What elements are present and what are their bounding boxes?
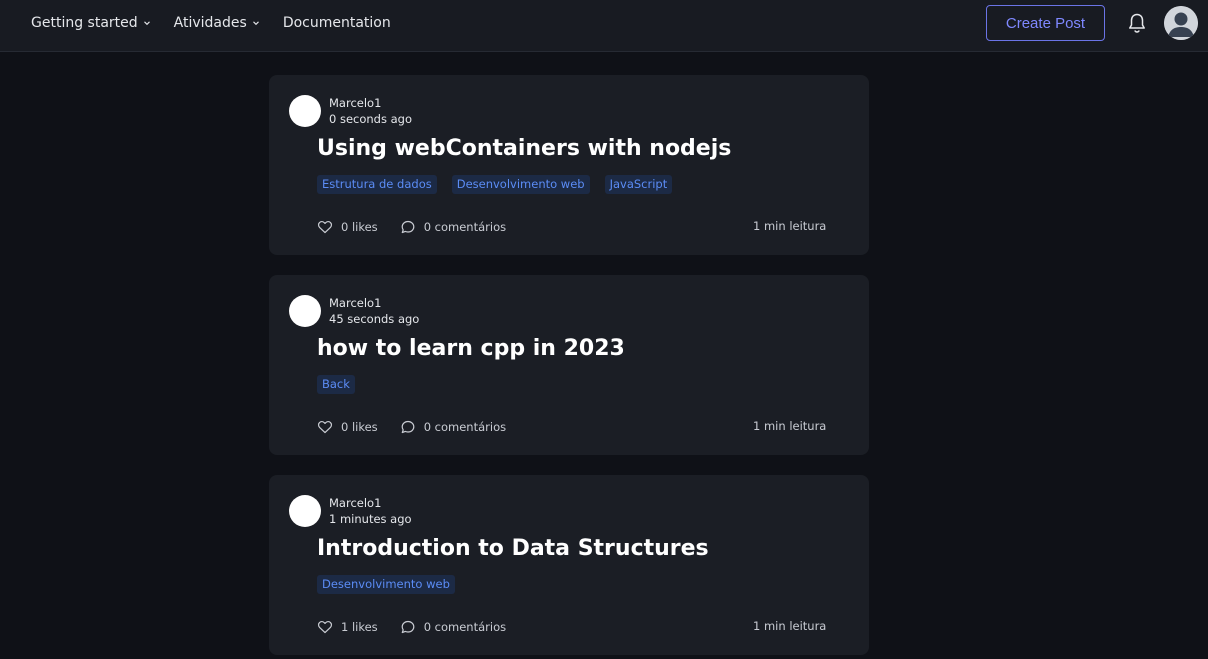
author-avatar[interactable] (289, 95, 321, 127)
heart-icon (317, 619, 333, 635)
tag[interactable]: Desenvolvimento web (317, 575, 455, 594)
post-time: 45 seconds ago (329, 312, 420, 326)
chevron-down-icon (142, 18, 152, 28)
tag[interactable]: Estrutura de dados (317, 175, 437, 194)
post-stats: 0 likes 0 comentários (317, 219, 528, 235)
nav-item-getting-started[interactable]: Getting started (31, 15, 152, 31)
nav-item-label: Getting started (31, 15, 138, 31)
top-navbar: Getting started Atividades Documentation… (0, 0, 1208, 52)
author-name[interactable]: Marcelo1 (329, 296, 381, 310)
author-avatar[interactable] (289, 295, 321, 327)
tag-list: Estrutura de dados Desenvolvimento web J… (317, 175, 687, 194)
tag-list: Desenvolvimento web (317, 575, 470, 594)
nav-item-documentation[interactable]: Documentation (283, 15, 391, 31)
post-card[interactable]: Marcelo1 1 minutes ago Introduction to D… (269, 475, 869, 655)
comment-icon (400, 219, 416, 235)
heart-icon (317, 419, 333, 435)
nav-item-label: Documentation (282, 15, 391, 31)
post-title[interactable]: Introduction to Data Structures (317, 536, 709, 561)
heart-icon (317, 219, 333, 235)
comment-button[interactable]: 0 comentários (400, 619, 506, 635)
nav-menu: Getting started Atividades Documentation (31, 0, 413, 46)
author-name[interactable]: Marcelo1 (329, 96, 381, 110)
comments-count: 0 comentários (423, 620, 507, 634)
comment-icon (400, 619, 416, 635)
like-button[interactable]: 0 likes (317, 219, 378, 235)
read-time: 1 min leitura (753, 619, 827, 633)
nav-item-label: Atividades (173, 15, 247, 31)
like-button[interactable]: 0 likes (317, 419, 378, 435)
user-avatar-icon[interactable] (1164, 6, 1198, 40)
likes-count: 0 likes (341, 420, 378, 434)
post-title[interactable]: Using webContainers with nodejs (317, 136, 731, 161)
chevron-down-icon (251, 18, 261, 28)
likes-count: 1 likes (341, 620, 378, 634)
author-avatar[interactable] (289, 495, 321, 527)
post-stats: 1 likes 0 comentários (317, 619, 528, 635)
read-time: 1 min leitura (753, 419, 827, 433)
comment-button[interactable]: 0 comentários (400, 219, 506, 235)
author-name[interactable]: Marcelo1 (329, 496, 381, 510)
tag-list: Back (317, 375, 370, 394)
bell-icon[interactable] (1125, 11, 1149, 35)
read-time: 1 min leitura (753, 219, 827, 233)
create-post-button[interactable]: Create Post (986, 5, 1105, 41)
comment-button[interactable]: 0 comentários (400, 419, 506, 435)
likes-count: 0 likes (341, 220, 378, 234)
tag[interactable]: Desenvolvimento web (451, 175, 590, 194)
nav-item-atividades[interactable]: Atividades (174, 15, 261, 31)
comments-count: 0 comentários (423, 420, 507, 434)
post-title[interactable]: how to learn cpp in 2023 (317, 336, 625, 361)
post-time: 1 minutes ago (329, 512, 412, 526)
post-card[interactable]: Marcelo1 0 seconds ago Using webContaine… (269, 75, 869, 255)
tag[interactable]: JavaScript (604, 175, 673, 194)
comments-count: 0 comentários (423, 220, 507, 234)
tag[interactable]: Back (317, 375, 355, 394)
post-card[interactable]: Marcelo1 45 seconds ago how to learn cpp… (269, 275, 869, 455)
like-button[interactable]: 1 likes (317, 619, 378, 635)
post-time: 0 seconds ago (329, 112, 413, 126)
post-stats: 0 likes 0 comentários (317, 419, 528, 435)
comment-icon (400, 419, 416, 435)
